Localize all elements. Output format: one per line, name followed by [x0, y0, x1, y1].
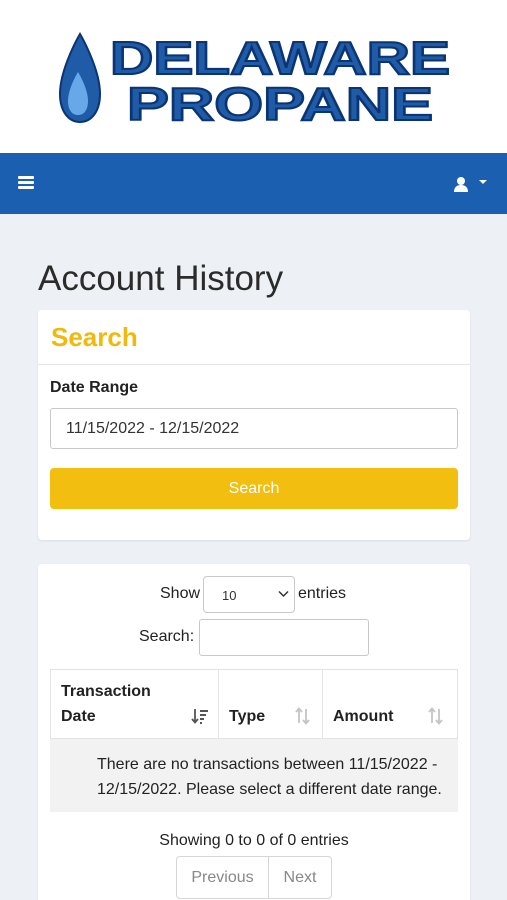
column-header-amount[interactable]: Amount — [323, 670, 459, 740]
table-header-row: Transaction Date Type Amount — [50, 669, 459, 740]
show-label: Show — [160, 585, 201, 602]
entries-label: entries — [298, 585, 347, 602]
logo-line-2: PROPANE — [127, 78, 433, 128]
table-empty-row: There are no transactions between 11/15/… — [50, 739, 458, 812]
column-header-label: Type — [229, 708, 266, 725]
search-card: Search Date Range Search — [38, 310, 470, 540]
history-table-card: Show 10 entries Search: Transaction Date… — [38, 564, 470, 900]
empty-table-message: There are no transactions between 11/15/… — [97, 756, 442, 798]
search-button[interactable]: Search — [50, 468, 458, 509]
column-header-label: Transaction — [61, 683, 151, 700]
search-card-title: Search — [51, 322, 138, 352]
column-header-label: Date — [61, 708, 96, 725]
top-navbar — [0, 153, 507, 214]
table-info: Showing 0 to 0 of 0 entries — [159, 832, 349, 849]
delaware-propane-logo[interactable]: DELAWARE PROPANE — [58, 28, 450, 128]
pagination: Previous Next — [176, 856, 332, 899]
table-search-input[interactable] — [199, 619, 369, 656]
column-header-transaction-date[interactable]: Transaction Date — [51, 670, 219, 740]
logo-line-1: DELAWARE — [110, 32, 450, 84]
table-search-label: Search: — [139, 628, 195, 645]
date-range-label: Date Range — [50, 379, 139, 396]
logo-bar: DELAWARE PROPANE — [0, 0, 507, 153]
column-header-label: Amount — [333, 708, 394, 725]
page-title: Account History — [38, 259, 284, 298]
user-icon — [454, 177, 468, 192]
user-menu-toggle[interactable] — [450, 173, 492, 195]
sort-descending-icon — [191, 709, 208, 724]
date-range-input[interactable] — [50, 408, 458, 449]
next-page-button[interactable]: Next — [269, 857, 331, 898]
search-card-header: Search — [38, 310, 470, 365]
entries-per-page-select[interactable]: 10 — [203, 576, 295, 613]
entries-select-value: 10 — [222, 588, 237, 603]
hamburger-icon[interactable] — [18, 176, 34, 190]
sort-both-icon — [428, 707, 443, 725]
column-header-type[interactable]: Type — [219, 670, 323, 740]
previous-page-button[interactable]: Previous — [177, 857, 269, 898]
sort-both-icon — [295, 707, 310, 725]
chevron-down-icon — [278, 590, 289, 598]
caret-down-icon — [479, 180, 487, 184]
